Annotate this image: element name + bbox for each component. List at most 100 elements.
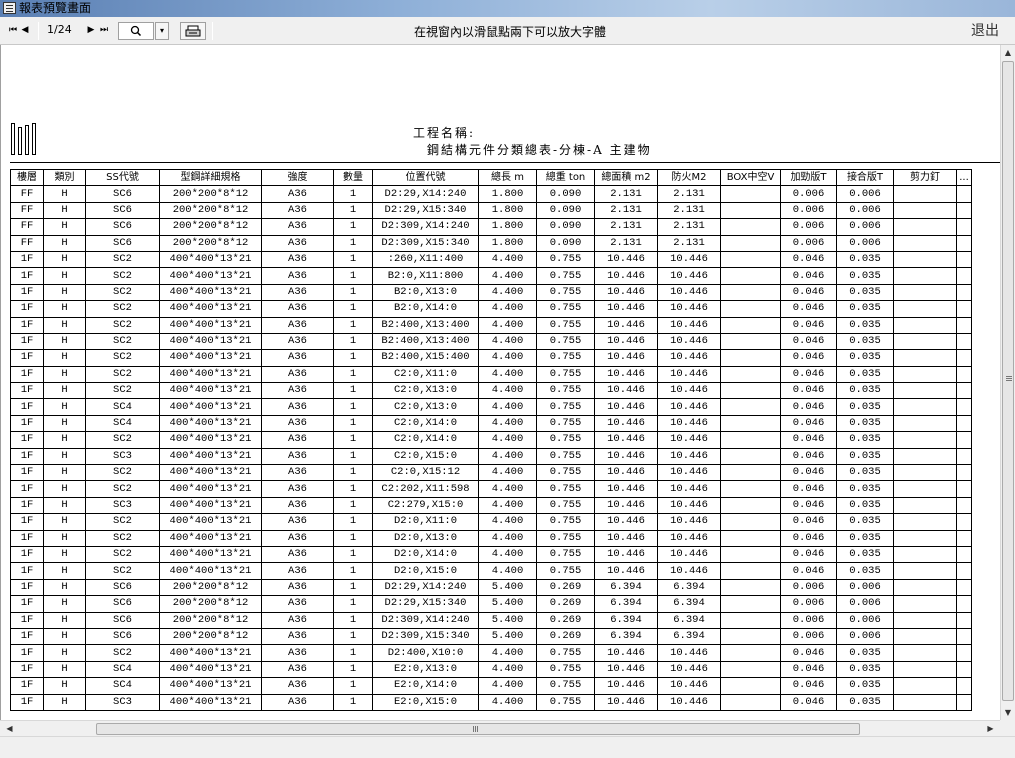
table-cell: 1	[333, 283, 373, 302]
table-cell: SC6	[85, 185, 160, 203]
table-cell	[893, 627, 957, 646]
steel-component-table: 樓層 類別 SS代號 型鋼詳細規格 強度 數量 位置代號 總長 m 總重 ton 總面積 m2 防火…	[10, 168, 972, 711]
vertical-scroll-thumb[interactable]	[1002, 61, 1014, 701]
table-cell: H	[43, 349, 86, 367]
zoom-select[interactable]	[118, 22, 154, 40]
scroll-right-arrow-icon[interactable]: ▶	[983, 721, 998, 736]
table-cell: 10.446	[594, 250, 658, 269]
table-cell: 10.446	[594, 316, 658, 334]
table-cell: SC2	[85, 365, 160, 384]
table-cell: 0.006	[836, 595, 894, 613]
table-cell	[893, 529, 957, 547]
table-cell: 0.035	[836, 644, 894, 662]
table-cell: A36	[261, 365, 334, 384]
table-cell	[720, 578, 781, 597]
horizontal-scrollbar[interactable]: ◀ ▶	[0, 720, 1000, 736]
vertical-scrollbar[interactable]: ▲ ▼	[1000, 45, 1015, 720]
prev-page-button[interactable]: ◀	[20, 22, 30, 40]
table-cell: 10.446	[657, 447, 721, 466]
table-cell: 0.035	[836, 250, 894, 269]
table-row: FF H SC6 200*200*8*12 A36 1 D2:309,X14:240 1.80…	[10, 218, 972, 236]
table-cell: H	[43, 332, 86, 351]
table-cell: H	[43, 234, 86, 252]
table-cell: 4.400	[478, 267, 537, 285]
table-cell: C2:0,X11:0	[372, 365, 479, 384]
table-cell: 0.755	[536, 677, 595, 695]
table-cell: 0.006	[836, 578, 894, 597]
table-row: 1F H SC6 200*200*8*12 A36 1 D2:29,X15:340 5.400…	[10, 595, 972, 613]
table-cell	[893, 218, 957, 236]
table-cell: 0.035	[836, 300, 894, 318]
table-cell: 1F	[10, 447, 44, 466]
table-cell: SC6	[85, 234, 160, 252]
table-cell: A36	[261, 693, 334, 711]
table-cell: 4.400	[478, 562, 537, 580]
table-cell: 6.394	[594, 627, 658, 646]
table-cell: D2:0,X14:0	[372, 545, 479, 564]
table-cell: H	[43, 218, 86, 236]
table-cell: 0.090	[536, 234, 595, 252]
table-cell: SC4	[85, 414, 160, 433]
table-cell: B2:0,X13:0	[372, 283, 479, 302]
table-cell	[720, 545, 781, 564]
table-cell	[720, 529, 781, 547]
table-row: 1F H SC2 400*400*13*21 A36 1 B2:400,X15:400 4.4…	[10, 349, 972, 367]
table-cell: 200*200*8*12	[159, 218, 262, 236]
table-cell: A36	[261, 464, 334, 482]
table-cell: H	[43, 644, 86, 662]
report-preview-area[interactable]: 工程名稱: 鋼結構元件分類總表-分棟-A 主建物 樓層 類別 SS代號 型鋼詳細規格強…	[0, 45, 1000, 720]
table-cell: 0.755	[536, 382, 595, 400]
scroll-down-arrow-icon[interactable]: ▼	[1001, 705, 1015, 720]
table-row: 1F H SC2 400*400*13*21 A36 1 C2:0,X13:0 4.400 0.…	[10, 382, 972, 400]
table-cell: 1F	[10, 332, 44, 351]
table-cell: A36	[261, 677, 334, 695]
table-cell: 0.046	[780, 267, 837, 285]
table-cell: 400*400*13*21	[159, 562, 262, 580]
table-cell: H	[43, 562, 86, 580]
table-cell: SC6	[85, 595, 160, 613]
table-cell: 0.269	[536, 595, 595, 613]
horizontal-scroll-thumb[interactable]	[96, 723, 860, 735]
table-row: 1F H SC2 400*400*13*21 A36 1 B2:400,X13:400 4.4…	[10, 332, 972, 351]
table-cell: H	[43, 464, 86, 482]
table-cell: 10.446	[594, 480, 658, 498]
table-cell	[956, 398, 972, 416]
zoom-dropdown-button[interactable]: ▾	[155, 22, 169, 40]
table-cell: 400*400*13*21	[159, 693, 262, 711]
table-row: 1F H SC2 400*400*13*21 A36 1 D2:0,X15:0 4.400 0.…	[10, 562, 972, 580]
table-cell: 0.035	[836, 496, 894, 515]
table-cell	[720, 431, 781, 449]
table-cell: 1F	[10, 382, 44, 400]
table-cell: 1F	[10, 398, 44, 416]
table-cell: C2:0,X13:0	[372, 382, 479, 400]
table-row: 1F H SC2 400*400*13*21 A36 1 C2:0,X15:12 4.400 0…	[10, 464, 972, 482]
scroll-up-arrow-icon[interactable]: ▲	[1001, 45, 1015, 60]
table-cell: SC6	[85, 611, 160, 629]
column-header: BOX中空V	[720, 168, 781, 187]
first-page-button[interactable]: ⏮	[8, 22, 18, 40]
table-cell: D2:29,X14:240	[372, 185, 479, 203]
table-cell: A36	[261, 234, 334, 252]
exit-button[interactable]: 退出	[963, 21, 1007, 41]
table-cell: A36	[261, 250, 334, 269]
table-cell: 400*400*13*21	[159, 300, 262, 318]
table-cell: B2:400,X15:400	[372, 349, 479, 367]
table-cell: 0.046	[780, 545, 837, 564]
table-row: 1F H SC2 400*400*13*21 A36 1 D2:0,X13:0 4.400 0.…	[10, 529, 972, 547]
table-row: 1F H SC6 200*200*8*12 A36 1 D2:29,X14:240 5.400…	[10, 578, 972, 597]
table-cell: 0.035	[836, 398, 894, 416]
last-page-button[interactable]: ⏭	[98, 22, 110, 40]
table-cell: E2:0,X13:0	[372, 660, 479, 679]
table-cell: 10.446	[657, 349, 721, 367]
table-cell: 4.400	[478, 513, 537, 531]
table-cell	[956, 627, 972, 646]
next-page-button[interactable]: ▶	[86, 22, 96, 40]
table-cell: SC4	[85, 398, 160, 416]
table-cell: 10.446	[594, 496, 658, 515]
table-cell: 0.035	[836, 545, 894, 564]
scroll-left-arrow-icon[interactable]: ◀	[2, 721, 17, 736]
print-button[interactable]	[180, 22, 206, 40]
table-cell: A36	[261, 595, 334, 613]
table-cell: 1F	[10, 267, 44, 285]
table-cell: 1F	[10, 316, 44, 334]
